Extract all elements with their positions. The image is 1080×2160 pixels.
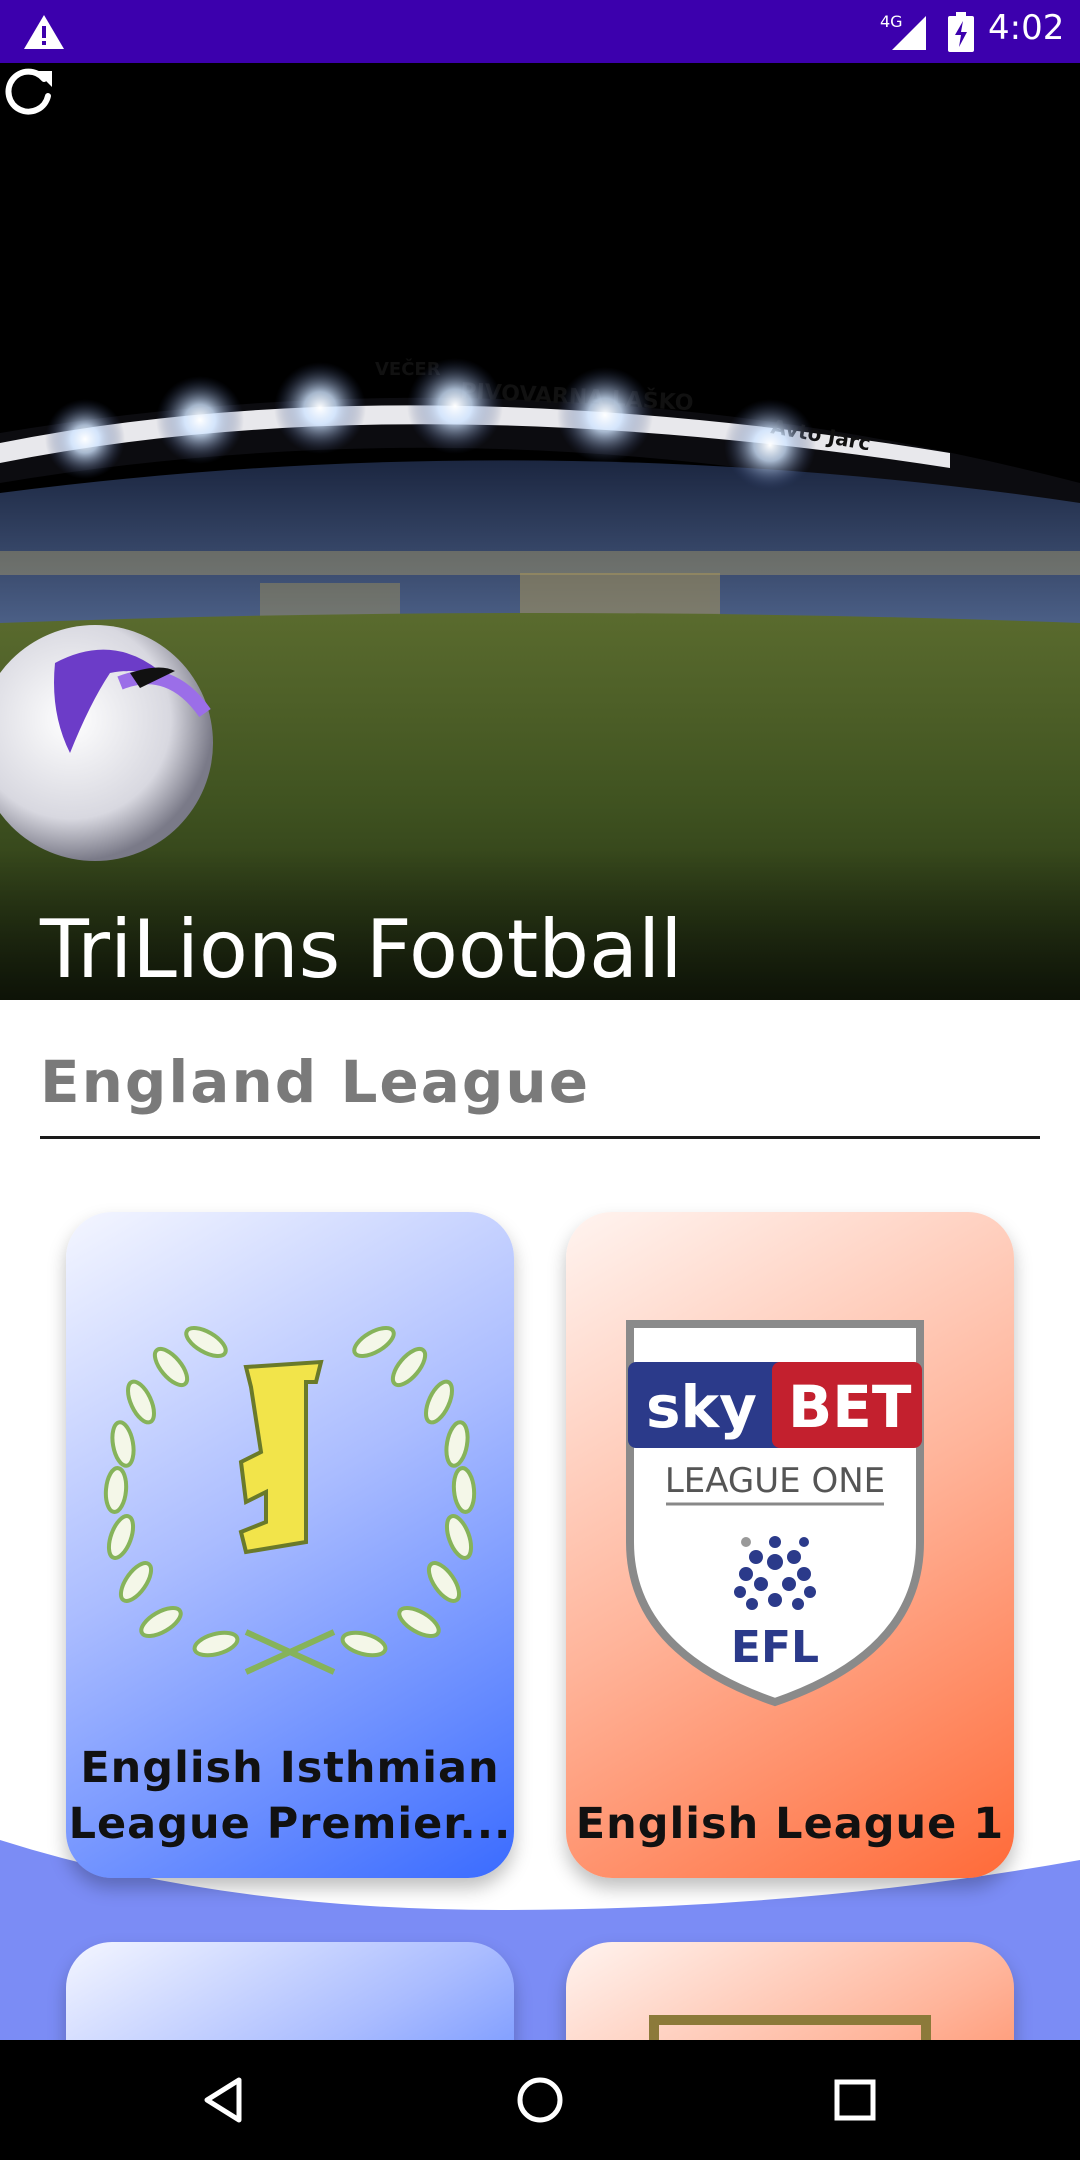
logo-text-league: LEAGUE ONE: [665, 1461, 885, 1501]
recents-icon[interactable]: [825, 2070, 885, 2130]
logo-text-efl: EFL: [731, 1622, 819, 1673]
refresh-icon[interactable]: [0, 63, 58, 121]
sky-bet-league-one-logo: sky BET LEAGUE ONE EFL: [626, 1320, 924, 1707]
league-card-isthmian[interactable]: English Isthmian League Premier...: [66, 1212, 514, 1878]
section-divider: [40, 1136, 1040, 1139]
warning-icon: [24, 15, 64, 49]
logo-text-bet: BET: [788, 1373, 912, 1441]
league-card-league-one[interactable]: sky BET LEAGUE ONE EFL English League 1: [566, 1212, 1014, 1878]
status-bar: 4G 4:02: [0, 0, 1080, 63]
league-card-label: English Isthmian League Premier...: [68, 1743, 512, 1849]
signal-icon: [892, 16, 926, 50]
app-title: TriLions Football: [40, 903, 683, 996]
section-title: England League: [40, 1048, 591, 1116]
clock: 4:02: [988, 8, 1065, 48]
home-icon[interactable]: [510, 2070, 570, 2130]
league-card-label: English League 1: [575, 1799, 1005, 1849]
isthmian-league-logo: [103, 1326, 477, 1675]
stadium-background-image: PIVOVARNA LAŠKO VEČER Avto Jarc: [0, 63, 1080, 1000]
navigation-bar: [0, 2040, 1080, 2160]
back-icon[interactable]: [195, 2070, 255, 2130]
logo-text-sky: sky: [646, 1373, 757, 1441]
battery-charging-icon: [948, 12, 974, 52]
header-banner: PIVOVARNA LAŠKO VEČER Avto Jarc TriLions…: [0, 63, 1080, 1000]
